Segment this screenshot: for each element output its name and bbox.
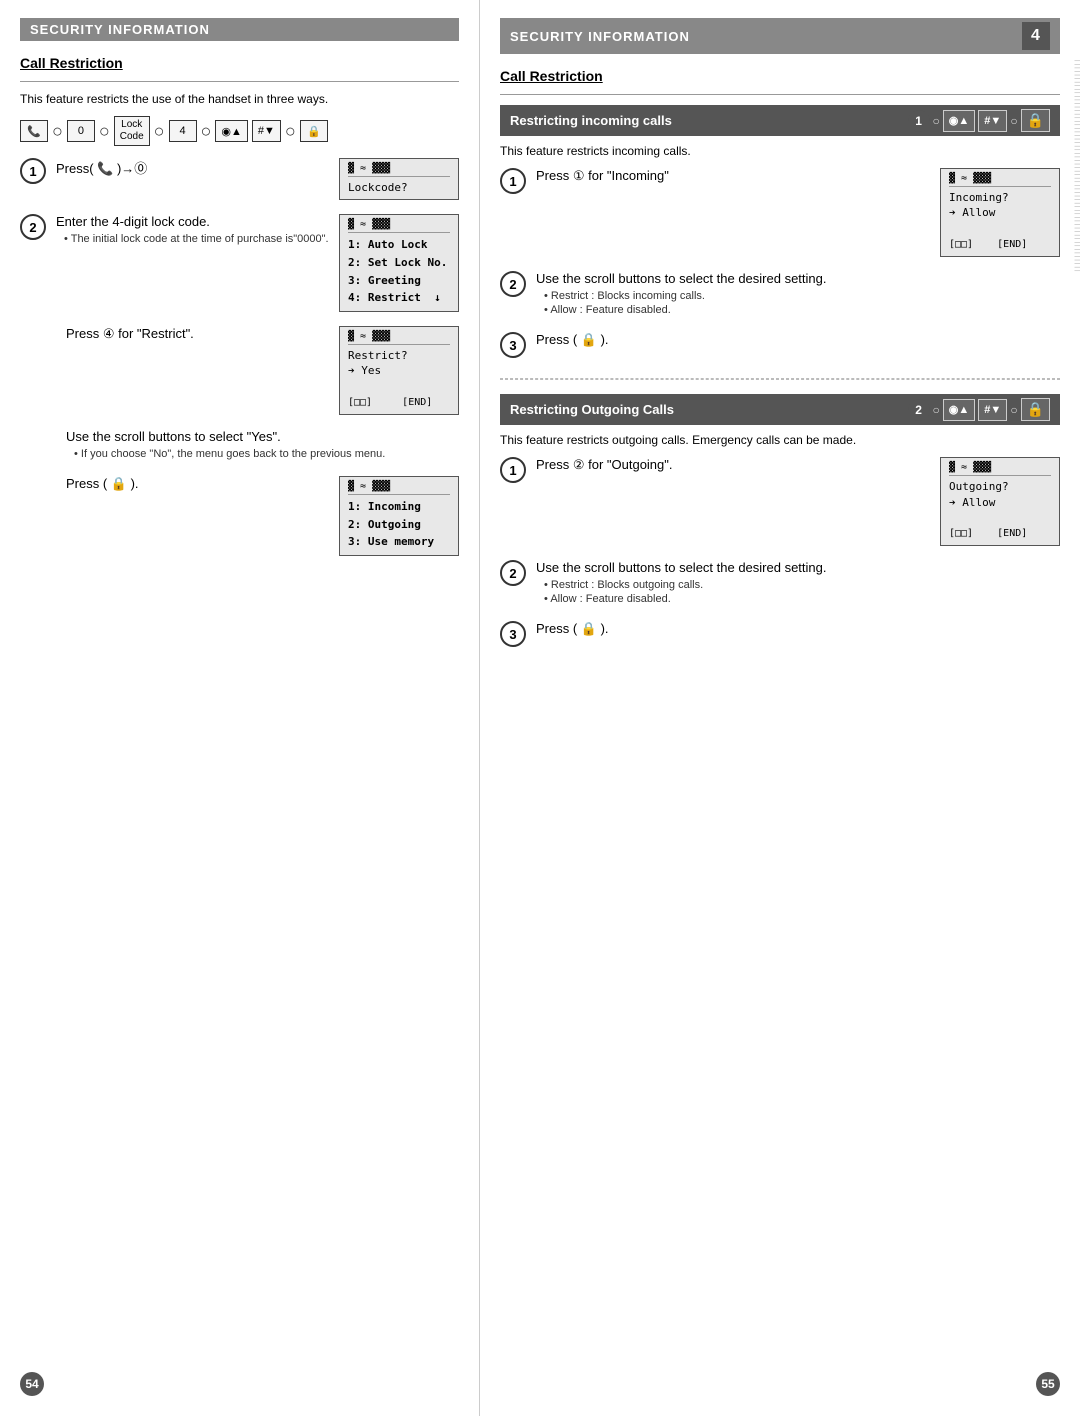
left-header: SECURITY INFORMATION (20, 18, 459, 41)
incoming-section-bar: Restricting incoming calls 1 ○ ◉▲ #▼ ○ 🔒 (500, 105, 1060, 136)
step-2-content: Enter the 4-digit lock code. The initial… (56, 214, 329, 247)
step-2: 2 Enter the 4-digit lock code. The initi… (20, 214, 459, 311)
incoming-step-1: 1 Press ① for "Incoming" ▓ ≈ ▓▓▓ Incomin… (500, 168, 1060, 257)
outgoing-step-2-circle: 2 (500, 560, 526, 586)
step-1: 1 Press( 📞 )→⓪ ▓ ≈ ▓▓▓ Lockcode? (20, 158, 459, 200)
scroll-content: Use the scroll buttons to select "Yes". … (66, 429, 459, 462)
right-header-text: SECURITY INFORMATION (510, 29, 690, 44)
outgoing-title: Restricting Outgoing Calls (510, 402, 674, 417)
incoming-step-1-content: Press ① for "Incoming" (536, 168, 930, 188)
outgoing-icon1: ◉▲ (943, 399, 976, 421)
press-ok-main: Press ( 🔒 ). (66, 476, 329, 492)
scroll-step: Use the scroll buttons to select "Yes". … (20, 429, 459, 462)
four-btn: 4 (169, 120, 197, 142)
outgoing-step-3-circle: 3 (500, 621, 526, 647)
outgoing-desc: This feature restricts outgoing calls. E… (500, 433, 1060, 447)
outgoing-step-3: 3 Press ( 🔒 ). (500, 621, 1060, 647)
right-page: SECURITY INFORMATION 4 Call Restriction … (480, 0, 1080, 1416)
scroll-sub: If you choose "No", the menu goes back t… (74, 448, 459, 460)
step-1-lcd: ▓ ≈ ▓▓▓ Lockcode? (339, 158, 459, 200)
right-page-badge: 4 (1022, 22, 1050, 50)
press-ok-step: Press ( 🔒 ). ▓ ≈ ▓▓▓ 1: Incoming 2: Outg… (20, 476, 459, 556)
left-page-number: 54 (20, 1372, 44, 1396)
incoming-step-2-main: Use the scroll buttons to select the des… (536, 271, 1060, 286)
incoming-step-3-circle: 3 (500, 332, 526, 358)
step-2-sub: The initial lock code at the time of pur… (64, 233, 329, 245)
left-header-text: SECURITY INFORMATION (30, 22, 210, 37)
outgoing-step-1-main: Press ② for "Outgoing". (536, 457, 930, 473)
right-header: SECURITY INFORMATION 4 (500, 18, 1060, 54)
incoming-desc: This feature restricts incoming calls. (500, 144, 1060, 158)
outgoing-step-2-content: Use the scroll buttons to select the des… (536, 560, 1060, 607)
incoming-icon2: #▼ (978, 110, 1007, 132)
lock-code-btn: LockCode (114, 116, 150, 146)
incoming-step-2-circle: 2 (500, 271, 526, 297)
outgoing-step-2-main: Use the scroll buttons to select the des… (536, 560, 1060, 575)
incoming-step-1-lcd: ▓ ≈ ▓▓▓ Incoming? ➔ Allow [□□] [END] (940, 168, 1060, 257)
press-4-step: Press ④ for "Restrict". ▓ ≈ ▓▓▓ Restrict… (20, 326, 459, 415)
incoming-step-3: 3 Press ( 🔒 ). (500, 332, 1060, 358)
hash-btn: #▼ (252, 120, 281, 142)
scroll-up-btn: ◉▲ (215, 120, 248, 142)
phone-icon: 📞 (20, 120, 48, 142)
incoming-step-1-circle: 1 (500, 168, 526, 194)
button-row: 📞 ○ 0 ○ LockCode ○ 4 ○ ◉▲ #▼ ○ 🔒 (20, 116, 459, 146)
outgoing-step-2: 2 Use the scroll buttons to select the d… (500, 560, 1060, 607)
incoming-step-3-main: Press ( 🔒 ). (536, 332, 1060, 348)
incoming-icon1: ◉▲ (943, 110, 976, 132)
step-1-content: Press( 📞 )→⓪ (56, 158, 329, 181)
step-2-circle: 2 (20, 214, 46, 240)
step-1-main: Press( 📞 )→⓪ (56, 158, 329, 177)
step-2-lcd: ▓ ≈ ▓▓▓ 1: Auto Lock 2: Set Lock No. 3: … (339, 214, 459, 311)
press-4-main: Press ④ for "Restrict". (66, 326, 329, 342)
right-decoration: ||||||||||||||||||||||||||||||||||||||||… (1068, 60, 1080, 1416)
incoming-title: Restricting incoming calls (510, 113, 672, 128)
outgoing-step-1-content: Press ② for "Outgoing". (536, 457, 930, 477)
left-page: SECURITY INFORMATION Call Restriction Th… (0, 0, 480, 1416)
incoming-step-2: 2 Use the scroll buttons to select the d… (500, 271, 1060, 318)
incoming-icon3: 🔒 (1021, 109, 1050, 132)
outgoing-step-3-content: Press ( 🔒 ). (536, 621, 1060, 641)
outgoing-icon3: 🔒 (1021, 398, 1050, 421)
zero-btn: 0 (67, 120, 95, 142)
incoming-step-2-content: Use the scroll buttons to select the des… (536, 271, 1060, 318)
incoming-step-3-content: Press ( 🔒 ). (536, 332, 1060, 352)
right-page-number: 55 (1036, 1372, 1060, 1396)
outgoing-step-3-main: Press ( 🔒 ). (536, 621, 1060, 637)
outgoing-badge: 2 (908, 399, 930, 421)
scroll-main: Use the scroll buttons to select "Yes". (66, 429, 459, 444)
left-feature-desc: This feature restricts the use of the ha… (20, 92, 459, 106)
press-ok-lcd: ▓ ≈ ▓▓▓ 1: Incoming 2: Outgoing 3: Use m… (339, 476, 459, 556)
outgoing-section-bar: Restricting Outgoing Calls 2 ○ ◉▲ #▼ ○ 🔒 (500, 394, 1060, 425)
incoming-step-2-sub: Restrict : Blocks incoming calls. Allow … (544, 290, 1060, 316)
outgoing-icon2: #▼ (978, 399, 1007, 421)
step-1-circle: 1 (20, 158, 46, 184)
outgoing-step-1-circle: 1 (500, 457, 526, 483)
left-section-title: Call Restriction (20, 55, 459, 71)
step-2-main: Enter the 4-digit lock code. (56, 214, 329, 229)
incoming-step-1-main: Press ① for "Incoming" (536, 168, 930, 184)
outgoing-step-1: 1 Press ② for "Outgoing". ▓ ≈ ▓▓▓ Outgoi… (500, 457, 1060, 546)
press-4-content: Press ④ for "Restrict". (66, 326, 329, 346)
incoming-badge: 1 (908, 110, 930, 132)
press-4-lcd: ▓ ≈ ▓▓▓ Restrict? ➔ Yes [□□] [END] (339, 326, 459, 415)
press-ok-content: Press ( 🔒 ). (66, 476, 329, 496)
outgoing-step-2-sub: Restrict : Blocks outgoing calls. Allow … (544, 579, 1060, 605)
right-section-title: Call Restriction (500, 68, 1060, 84)
outgoing-step-1-lcd: ▓ ≈ ▓▓▓ Outgoing? ➔ Allow [□□] [END] (940, 457, 1060, 546)
lock-btn: 🔒 (300, 120, 328, 142)
